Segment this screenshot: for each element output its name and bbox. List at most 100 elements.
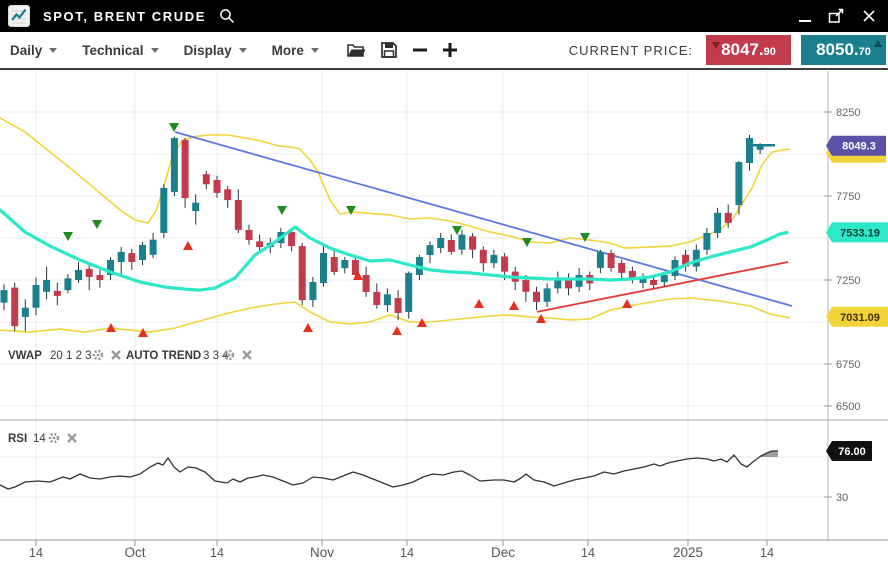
legend-rsi: RSI14	[8, 433, 76, 445]
candle	[533, 292, 540, 302]
close-button[interactable]	[862, 9, 876, 23]
svg-text:6500: 6500	[836, 401, 860, 413]
candle	[650, 280, 657, 285]
svg-text:8250: 8250	[836, 107, 860, 119]
buy-marker-icon	[183, 241, 193, 250]
candle	[373, 292, 380, 305]
close-icon[interactable]	[243, 351, 251, 359]
search-icon[interactable]	[219, 8, 235, 24]
candle	[182, 140, 189, 198]
candle	[160, 188, 167, 233]
menu-technical-label: Technical	[82, 43, 143, 58]
candle	[703, 233, 710, 250]
candle	[522, 280, 529, 292]
close-icon[interactable]	[112, 351, 120, 359]
menu-more[interactable]: More	[272, 43, 319, 58]
candle	[480, 250, 487, 263]
menu-display-label: Display	[184, 43, 232, 58]
candle	[214, 180, 221, 193]
ask-price-decimals: 70	[859, 46, 871, 58]
svg-text:8049.3: 8049.3	[842, 141, 876, 153]
menu-timeframe[interactable]: Daily	[10, 43, 57, 58]
svg-text:14: 14	[210, 546, 224, 560]
close-icon[interactable]	[68, 434, 76, 442]
candle	[714, 213, 721, 233]
gear-icon[interactable]	[225, 351, 233, 359]
titlebar: SPOT, BRENT CRUDE	[0, 0, 888, 32]
svg-text:76.00: 76.00	[838, 446, 866, 458]
candle	[490, 255, 497, 263]
bid-price-value: 8047.	[721, 39, 764, 61]
buy-marker-icon	[474, 299, 484, 308]
save-icon[interactable]	[380, 41, 398, 59]
candle	[384, 294, 391, 305]
candle	[458, 235, 465, 250]
candle	[427, 245, 434, 255]
svg-text:Oct: Oct	[124, 545, 145, 560]
price-chart-svg[interactable]: 825077507250675065003014Oct14Nov14Dec142…	[0, 70, 888, 562]
svg-text:14: 14	[400, 546, 414, 560]
candle	[118, 252, 125, 262]
ask-price-badge: 8050. 70	[801, 35, 886, 65]
gear-icon[interactable]	[50, 434, 58, 442]
candle	[22, 308, 29, 317]
popout-button[interactable]	[828, 8, 845, 24]
candle	[618, 263, 625, 273]
legend-params: 14	[33, 433, 46, 445]
upper-band-line	[0, 118, 790, 248]
sell-marker-icon	[346, 206, 356, 215]
candle	[363, 275, 370, 292]
buy-marker-icon	[622, 299, 632, 308]
svg-text:2025: 2025	[673, 545, 703, 560]
candle	[224, 189, 231, 200]
svg-text:7250: 7250	[836, 275, 860, 287]
candle	[33, 285, 40, 308]
legend-name: AUTO TREND	[126, 350, 201, 362]
svg-text:14: 14	[581, 546, 595, 560]
vwap-line	[0, 210, 787, 290]
gear-icon[interactable]	[94, 351, 102, 359]
candle	[235, 200, 242, 230]
candle	[501, 257, 508, 272]
legend-name: VWAP	[8, 350, 42, 362]
candle	[11, 288, 18, 327]
candle	[1, 290, 8, 303]
candle	[395, 298, 402, 313]
bid-price-badge: 8047. 90	[706, 35, 791, 65]
candle	[203, 174, 210, 184]
chart-area[interactable]: 825077507250675065003014Oct14Nov14Dec142…	[0, 70, 888, 562]
open-folder-icon[interactable]	[346, 41, 366, 59]
current-price-label: CURRENT PRICE:	[569, 43, 693, 58]
svg-text:7533.19: 7533.19	[840, 227, 880, 239]
candle	[469, 236, 476, 249]
minimize-button[interactable]	[799, 10, 811, 22]
menu-display[interactable]: Display	[184, 43, 247, 58]
candle	[341, 260, 348, 268]
svg-text:30: 30	[836, 492, 848, 504]
candle	[171, 138, 178, 192]
zoom-in-icon[interactable]	[442, 42, 458, 58]
ask-price-value: 8050.	[816, 39, 859, 61]
candle	[597, 252, 604, 268]
menu-technical[interactable]: Technical	[82, 43, 158, 58]
candle	[299, 246, 306, 300]
candle	[54, 291, 61, 296]
candle	[448, 240, 455, 252]
svg-text:7750: 7750	[836, 191, 860, 203]
candle	[128, 253, 135, 262]
candle	[96, 275, 103, 280]
zoom-out-icon[interactable]	[412, 42, 428, 58]
sell-marker-icon	[277, 206, 287, 215]
svg-text:7031.09: 7031.09	[840, 312, 880, 324]
candle	[608, 253, 615, 268]
svg-text:6750: 6750	[836, 359, 860, 371]
candle	[576, 275, 583, 287]
svg-text:14: 14	[760, 546, 774, 560]
candle	[693, 250, 700, 267]
time-axis-labels: 14Oct14Nov14Dec14202514	[29, 540, 774, 560]
svg-text:Nov: Nov	[310, 545, 334, 560]
candle	[405, 273, 412, 312]
candle	[309, 282, 316, 300]
candle	[139, 245, 146, 260]
legend-params: 20 1 2 3	[50, 350, 92, 362]
